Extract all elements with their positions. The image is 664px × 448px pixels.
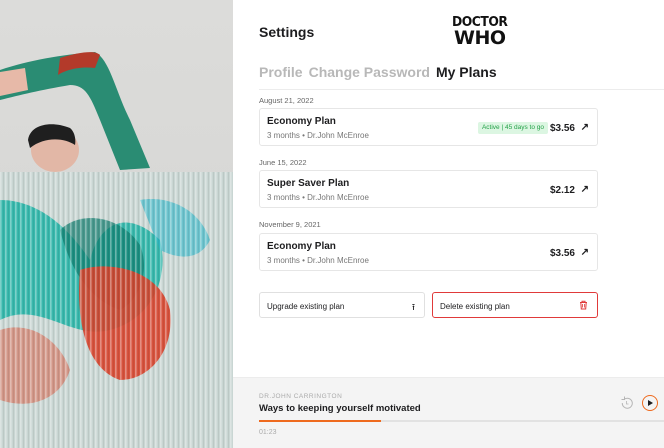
plan-name: Super Saver Plan xyxy=(267,178,350,189)
progress-bar[interactable] xyxy=(259,420,664,422)
track-title: Ways to keeping yourself motivated xyxy=(259,403,421,414)
hero-photo xyxy=(0,0,233,448)
tab-change-password[interactable]: Change Password xyxy=(309,64,430,80)
plan-price: $2.12 xyxy=(549,185,575,196)
plan-date: June 15, 2022 xyxy=(259,158,307,167)
replay-icon[interactable] xyxy=(620,396,634,410)
tabs-divider xyxy=(259,89,664,90)
delete-plan-button[interactable]: Delete existing plan xyxy=(432,292,598,318)
audio-player: DR.JOHN CARRINGTON Ways to keeping yours… xyxy=(233,377,664,448)
settings-panel: Settings DOCTOR WHO Profile Change Passw… xyxy=(233,0,664,448)
plan-name: Economy Plan xyxy=(267,241,336,252)
plan-meta: 3 months • Dr.John McEnroe xyxy=(267,131,369,140)
tab-my-plans[interactable]: My Plans xyxy=(436,64,497,80)
arrow-up-right-icon[interactable]: ↗ xyxy=(581,122,589,133)
trash-icon xyxy=(579,300,588,312)
arrow-up-right-icon[interactable]: ↗ xyxy=(581,184,589,195)
settings-tabs: Profile Change Password My Plans xyxy=(259,64,503,80)
track-author: DR.JOHN CARRINGTON xyxy=(259,393,343,400)
plan-price: $3.56 xyxy=(549,248,575,259)
brand-logo: DOCTOR WHO xyxy=(452,15,508,49)
plan-card[interactable]: Economy Plan 3 months • Dr.John McEnroe … xyxy=(259,108,598,146)
arrow-up-right-icon[interactable]: ↗ xyxy=(581,247,589,258)
page-title: Settings xyxy=(259,24,315,40)
upgrade-plan-label: Upgrade existing plan xyxy=(267,302,345,311)
play-button[interactable] xyxy=(642,395,658,411)
plan-price: $3.56 xyxy=(549,123,575,134)
plan-meta: 3 months • Dr.John McEnroe xyxy=(267,256,369,265)
plan-card[interactable]: Super Saver Plan 3 months • Dr.John McEn… xyxy=(259,170,598,208)
progress-fill xyxy=(259,420,381,422)
upload-icon: ⭱ xyxy=(411,302,415,312)
plan-meta: 3 months • Dr.John McEnroe xyxy=(267,193,369,202)
plan-date: November 9, 2021 xyxy=(259,220,321,229)
elapsed-time: 01:23 xyxy=(259,429,277,436)
plan-name: Economy Plan xyxy=(267,116,336,127)
delete-plan-label: Delete existing plan xyxy=(440,302,510,311)
status-badge: Active | 45 days to go xyxy=(477,122,548,134)
upgrade-plan-button[interactable]: Upgrade existing plan ⭱ xyxy=(259,292,425,318)
plan-card[interactable]: Economy Plan 3 months • Dr.John McEnroe … xyxy=(259,233,598,271)
tab-profile[interactable]: Profile xyxy=(259,64,303,80)
plan-date: August 21, 2022 xyxy=(259,96,314,105)
